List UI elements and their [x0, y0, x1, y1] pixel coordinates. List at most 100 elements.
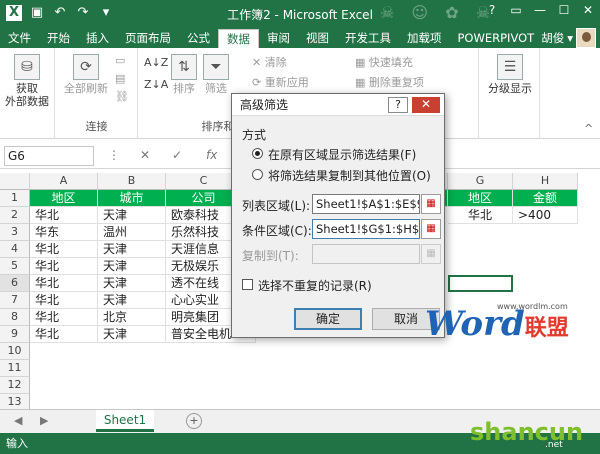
tab-insert[interactable]: 插入: [78, 29, 117, 48]
edit-links-icon[interactable]: ⛓: [115, 90, 129, 104]
table-cell[interactable]: 华东: [30, 224, 98, 241]
tab-data[interactable]: 数据: [218, 29, 259, 48]
table-cell[interactable]: 华北: [30, 207, 98, 224]
table-cell[interactable]: 天津: [98, 292, 166, 309]
tab-developer[interactable]: 开发工具: [337, 29, 399, 48]
close-icon[interactable]: ✕: [576, 0, 600, 22]
row-header[interactable]: 11: [0, 360, 30, 377]
add-sheet-icon[interactable]: +: [186, 413, 202, 429]
select-all-corner[interactable]: [0, 173, 30, 190]
user-account[interactable]: 胡俊 ▾: [541, 27, 596, 48]
help-icon[interactable]: ?: [480, 0, 504, 22]
connections-icon[interactable]: ▭: [115, 54, 125, 68]
row-header[interactable]: 7: [0, 292, 30, 309]
criteria-range-input[interactable]: Sheet1!$G$1:$H$2: [312, 219, 420, 239]
row-header[interactable]: 2: [0, 207, 30, 224]
name-box[interactable]: G6: [4, 146, 94, 166]
sort-za-icon[interactable]: Z↓A: [144, 78, 168, 92]
row-header[interactable]: 6: [0, 275, 30, 292]
remove-duplicates-button[interactable]: ▦ 删除重复项: [355, 76, 424, 90]
insert-function-icon[interactable]: fx: [206, 146, 217, 166]
prev-sheet-icon[interactable]: ◀: [14, 414, 22, 427]
next-sheet-icon[interactable]: ▶: [40, 414, 48, 427]
refresh-all-button[interactable]: ⟳ 全部刷新: [61, 54, 111, 95]
ok-button[interactable]: 确定: [294, 308, 362, 330]
collapse-ribbon-icon[interactable]: ^: [584, 122, 593, 136]
row-header[interactable]: 5: [0, 258, 30, 275]
range-picker-icon[interactable]: ▦: [421, 244, 441, 264]
tab-review[interactable]: 审阅: [259, 29, 298, 48]
unique-records-checkbox[interactable]: [242, 279, 253, 290]
sort-button[interactable]: ⇅ 排序: [170, 54, 198, 95]
row-header[interactable]: 12: [0, 377, 30, 394]
column-header[interactable]: A: [30, 173, 98, 190]
dialog-close-button[interactable]: ✕: [412, 97, 440, 113]
range-picker-icon[interactable]: ▦: [421, 194, 441, 214]
row-header[interactable]: 10: [0, 343, 30, 360]
row-header[interactable]: 9: [0, 326, 30, 343]
tab-file[interactable]: 文件: [0, 29, 39, 48]
range-picker-icon[interactable]: ▦: [421, 219, 441, 239]
clear-button[interactable]: ✕ 清除: [252, 56, 287, 70]
enter-formula-icon[interactable]: ✓: [172, 146, 182, 166]
maximize-icon[interactable]: ☐: [552, 0, 576, 22]
table-cell[interactable]: 天津: [98, 258, 166, 275]
table-cell[interactable]: 华北: [30, 326, 98, 343]
table-cell[interactable]: 天津: [98, 326, 166, 343]
column-header[interactable]: H: [513, 173, 578, 190]
copy-to-input[interactable]: [312, 244, 420, 264]
filter-button[interactable]: ⏷ 筛选: [202, 54, 230, 95]
row-header[interactable]: 1: [0, 190, 30, 207]
table-cell[interactable]: 天津: [98, 275, 166, 292]
avatar: [576, 27, 596, 48]
cancel-formula-icon[interactable]: ✕: [140, 146, 150, 166]
radio-copy-to-location[interactable]: [252, 169, 263, 180]
tab-powerpivot[interactable]: POWERPIVOT: [450, 29, 543, 48]
table-cell[interactable]: 天津: [98, 207, 166, 224]
unique-records-label[interactable]: 选择不重复的记录(R): [258, 277, 372, 294]
row-header[interactable]: 8: [0, 309, 30, 326]
table-cell[interactable]: 华北: [30, 275, 98, 292]
flash-fill-button[interactable]: ▦ 快速填充: [355, 56, 413, 70]
column-header[interactable]: G: [448, 173, 513, 190]
criteria-cell[interactable]: 华北: [448, 207, 513, 224]
dialog-help-button[interactable]: ?: [388, 97, 408, 113]
row-header[interactable]: 3: [0, 224, 30, 241]
list-range-input[interactable]: Sheet1!$A$1:$E$9: [312, 194, 420, 214]
table-cell[interactable]: 华北: [30, 241, 98, 258]
refresh-icon: ⟳: [73, 54, 99, 80]
row-header[interactable]: 4: [0, 241, 30, 258]
tab-home[interactable]: 开始: [39, 29, 78, 48]
properties-icon[interactable]: ▤: [115, 72, 125, 86]
get-external-data-button[interactable]: ⛁ 获取 外部数据: [3, 54, 51, 108]
criteria-header-cell[interactable]: 金额: [513, 190, 578, 207]
table-cell[interactable]: 华北: [30, 258, 98, 275]
tab-page-layout[interactable]: 页面布局: [117, 29, 179, 48]
radio-filter-in-place-label[interactable]: 在原有区域显示筛选结果(F): [268, 146, 416, 163]
table-cell[interactable]: 天津: [98, 241, 166, 258]
ribbon-display-icon[interactable]: ▭: [504, 0, 528, 22]
tab-formulas[interactable]: 公式: [179, 29, 218, 48]
sheet-tab[interactable]: Sheet1: [96, 410, 154, 432]
table-header-cell[interactable]: 地区: [30, 190, 98, 207]
column-header[interactable]: B: [98, 173, 166, 190]
sort-az-icon[interactable]: A↓Z: [144, 56, 168, 70]
outline-button[interactable]: ☰ 分级显示: [483, 54, 537, 95]
table-cell[interactable]: 华北: [30, 292, 98, 309]
radio-copy-to-location-label[interactable]: 将筛选结果复制到其他位置(O): [268, 167, 431, 184]
list-range-label: 列表区域(L):: [242, 199, 311, 213]
row-header[interactable]: 13: [0, 394, 30, 409]
table-header-cell[interactable]: 城市: [98, 190, 166, 207]
table-cell[interactable]: 华北: [30, 309, 98, 326]
group-outline: ☰ 分级显示: [478, 48, 540, 139]
reapply-button[interactable]: ⟳ 重新应用: [252, 76, 309, 90]
table-cell[interactable]: 温州: [98, 224, 166, 241]
minimize-icon[interactable]: —: [528, 0, 552, 22]
table-cell[interactable]: 北京: [98, 309, 166, 326]
active-cell-g6[interactable]: [448, 275, 513, 292]
radio-filter-in-place[interactable]: [252, 148, 263, 159]
criteria-header-cell[interactable]: 地区: [448, 190, 513, 207]
tab-view[interactable]: 视图: [298, 29, 337, 48]
criteria-cell[interactable]: >400: [513, 207, 578, 224]
tab-addins[interactable]: 加载项: [399, 29, 450, 48]
